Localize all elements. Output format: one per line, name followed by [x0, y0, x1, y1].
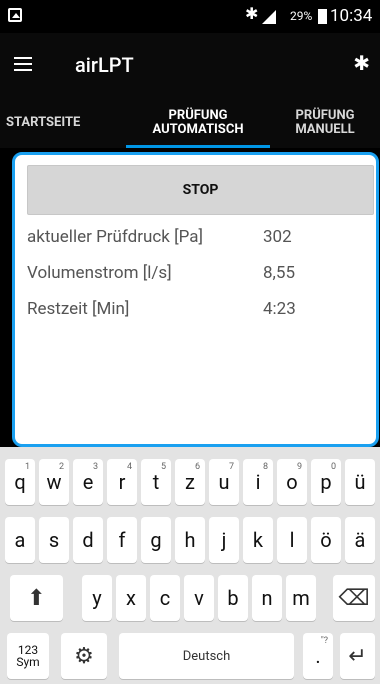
- remaining-time-label: Restzeit [Min]: [27, 299, 130, 319]
- active-tab-indicator: [126, 145, 270, 148]
- key-t[interactable]: 5t: [141, 459, 171, 505]
- bluetooth-icon: ✱: [245, 4, 259, 23]
- key-e[interactable]: 3e: [73, 459, 103, 505]
- status-bar: ✱ 29% 10:34: [0, 0, 380, 33]
- flow-label: Volumenstrom [l/s]: [27, 263, 172, 283]
- menu-icon[interactable]: [14, 57, 32, 71]
- app-title: airLPT: [75, 53, 134, 77]
- key-f[interactable]: f: [107, 517, 137, 563]
- key-n[interactable]: n: [252, 575, 282, 621]
- tab-pruefung-manuell[interactable]: PRÜFUNG MANUELL: [270, 97, 380, 148]
- bluetooth-icon[interactable]: ✱: [353, 51, 370, 75]
- key-d[interactable]: d: [73, 517, 103, 563]
- battery-icon: [318, 9, 327, 24]
- battery-percent: 29%: [290, 9, 313, 23]
- key-z[interactable]: 6z: [175, 459, 205, 505]
- signal-icon: [262, 10, 276, 24]
- key-q[interactable]: 1q: [5, 459, 35, 505]
- remaining-time-row: Restzeit [Min] 4:23: [27, 299, 347, 325]
- key-l[interactable]: l: [277, 517, 307, 563]
- tab-label: STARTSEITE: [6, 114, 81, 130]
- key-x[interactable]: x: [116, 575, 146, 621]
- tab-pruefung-automatisch[interactable]: PRÜFUNG AUTOMATISCH: [126, 97, 270, 148]
- pressure-label: aktueller Prüfdruck [Pa]: [27, 227, 203, 247]
- key-u[interactable]: 7u: [209, 459, 239, 505]
- key-g[interactable]: g: [141, 517, 171, 563]
- backspace-icon: ⌫: [338, 585, 370, 611]
- key-b[interactable]: b: [218, 575, 248, 621]
- tab-bar: STARTSEITE PRÜFUNG AUTOMATISCH PRÜFUNG M…: [0, 97, 380, 148]
- key-k[interactable]: k: [243, 517, 273, 563]
- key-c[interactable]: c: [150, 575, 180, 621]
- enter-key[interactable]: ↵: [340, 633, 375, 679]
- key-i[interactable]: 8i: [243, 459, 273, 505]
- settings-key[interactable]: ⚙: [61, 633, 107, 679]
- key-y[interactable]: y: [82, 575, 112, 621]
- key-p[interactable]: 0p: [311, 459, 341, 505]
- key-s[interactable]: s: [39, 517, 69, 563]
- key-m[interactable]: m: [286, 575, 316, 621]
- key-r[interactable]: 4r: [107, 459, 137, 505]
- enter-icon: ↵: [348, 643, 367, 669]
- space-key[interactable]: Deutsch: [119, 633, 294, 679]
- pressure-row: aktueller Prüfdruck [Pa] 302: [27, 227, 347, 253]
- keyboard: 1q 2w 3e 4r 5t 6z 7u 8i 9o 0p ü a s d f …: [0, 447, 380, 684]
- clock: 10:34: [330, 6, 373, 26]
- key-o[interactable]: 9o: [277, 459, 307, 505]
- test-panel: STOP aktueller Prüfdruck [Pa] 302 Volume…: [12, 152, 379, 447]
- key-v[interactable]: v: [184, 575, 214, 621]
- flow-value: 8,55: [263, 263, 296, 283]
- period-key[interactable]: "? .: [303, 633, 333, 679]
- key-ae[interactable]: ä: [345, 517, 375, 563]
- image-notification-icon: [8, 8, 22, 22]
- tab-label: PRÜFUNG MANUELL: [295, 107, 355, 137]
- shift-icon: ⬆: [27, 585, 46, 611]
- pressure-value: 302: [263, 227, 292, 247]
- backspace-key[interactable]: ⌫: [333, 575, 375, 621]
- key-j[interactable]: j: [209, 517, 239, 563]
- key-h[interactable]: h: [175, 517, 205, 563]
- key-ue[interactable]: ü: [345, 459, 375, 505]
- remaining-time-value: 4:23: [263, 299, 296, 319]
- key-a[interactable]: a: [5, 517, 35, 563]
- flow-row: Volumenstrom [l/s] 8,55: [27, 263, 347, 289]
- shift-key[interactable]: ⬆: [10, 575, 63, 621]
- stop-button[interactable]: STOP: [27, 165, 374, 215]
- symbols-key[interactable]: 123 Sym: [7, 633, 49, 679]
- gear-icon: ⚙: [74, 643, 94, 669]
- key-oe[interactable]: ö: [311, 517, 341, 563]
- app-bar: airLPT ✱: [0, 33, 380, 97]
- key-w[interactable]: 2w: [39, 459, 69, 505]
- tab-label: PRÜFUNG AUTOMATISCH: [152, 107, 244, 137]
- tab-startseite[interactable]: STARTSEITE: [0, 97, 132, 148]
